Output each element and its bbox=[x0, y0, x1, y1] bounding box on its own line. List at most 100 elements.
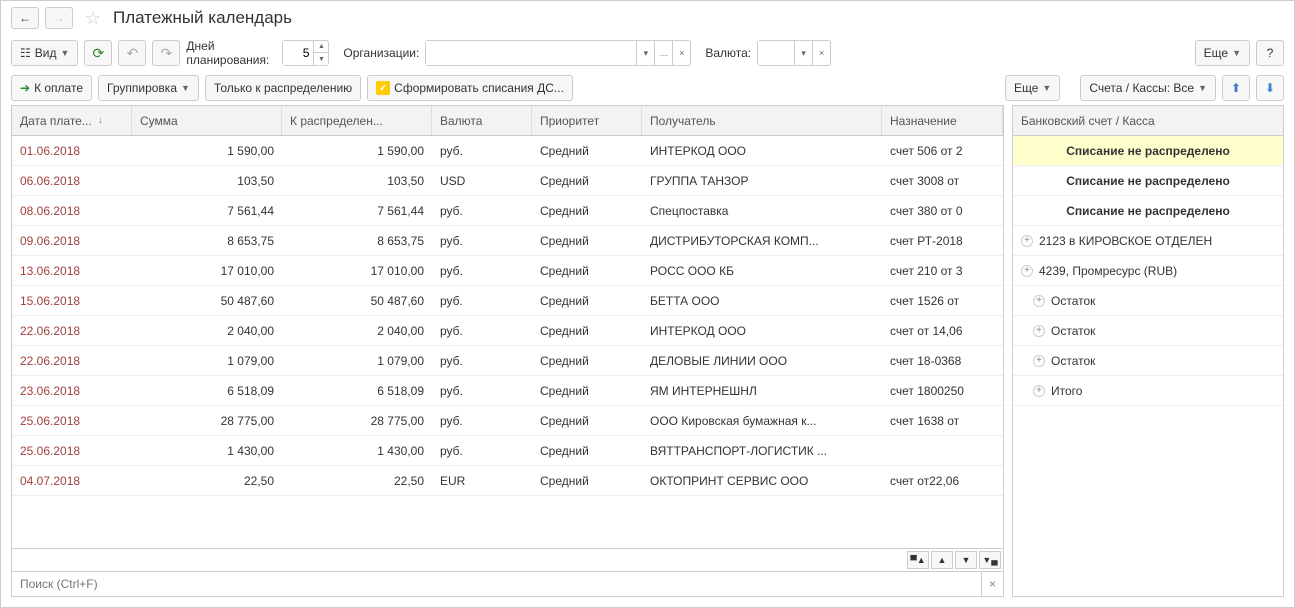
cell-recipient: ГРУППА ТАНЗОР bbox=[642, 174, 882, 188]
col-header-recipient[interactable]: Получатель bbox=[642, 106, 882, 135]
account-row[interactable]: Списание не распределено bbox=[1013, 196, 1283, 226]
cell-priority: Средний bbox=[532, 204, 642, 218]
cell-currency: руб. bbox=[432, 354, 532, 368]
grid-scroll-up-button[interactable]: ▲ bbox=[931, 551, 953, 569]
cell-purpose: счет 3008 от bbox=[882, 174, 1003, 188]
cell-sum: 50 487,60 bbox=[132, 294, 282, 308]
group-button[interactable]: Группировка ▼ bbox=[98, 75, 199, 101]
org-input[interactable] bbox=[426, 41, 636, 65]
expand-icon[interactable]: + bbox=[1021, 235, 1033, 247]
org-clear-button[interactable]: × bbox=[672, 41, 690, 65]
view-button[interactable]: ☷ Вид ▼ bbox=[11, 40, 78, 66]
undo-button[interactable]: ↶ bbox=[118, 40, 146, 66]
nav-forward-button[interactable]: → bbox=[45, 7, 73, 29]
currency-clear-button[interactable]: × bbox=[812, 41, 830, 65]
org-combo[interactable]: ▾ … × bbox=[425, 40, 691, 66]
cell-sum: 7 561,44 bbox=[132, 204, 282, 218]
cell-dist: 8 653,75 bbox=[282, 234, 432, 248]
account-row[interactable]: +Остаток bbox=[1013, 286, 1283, 316]
form-writeoffs-button[interactable]: ✓ Сформировать списания ДС... bbox=[367, 75, 573, 101]
days-input[interactable] bbox=[283, 41, 313, 65]
help-button[interactable]: ? bbox=[1256, 40, 1284, 66]
search-input[interactable] bbox=[12, 572, 981, 596]
cell-priority: Средний bbox=[532, 174, 642, 188]
search-clear-button[interactable]: × bbox=[981, 572, 1003, 596]
arrow-down-icon: ⬇ bbox=[1265, 81, 1275, 95]
grid-scroll-down-button[interactable]: ▼ bbox=[955, 551, 977, 569]
move-up-button[interactable]: ⬆ bbox=[1222, 75, 1250, 101]
org-dropdown-button[interactable]: ▾ bbox=[636, 41, 654, 65]
account-row[interactable]: Списание не распределено bbox=[1013, 136, 1283, 166]
cell-dist: 1 590,00 bbox=[282, 144, 432, 158]
col-header-priority[interactable]: Приоритет bbox=[532, 106, 642, 135]
col-header-currency[interactable]: Валюта bbox=[432, 106, 532, 135]
org-ellipsis-button[interactable]: … bbox=[654, 41, 672, 65]
only-distribution-button[interactable]: Только к распределению bbox=[205, 75, 361, 101]
expand-icon[interactable]: + bbox=[1033, 295, 1045, 307]
table-row[interactable]: 23.06.20186 518,096 518,09руб.СреднийЯМ … bbox=[12, 376, 1003, 406]
table-row[interactable]: 13.06.201817 010,0017 010,00руб.СреднийР… bbox=[12, 256, 1003, 286]
account-row[interactable]: +Итого bbox=[1013, 376, 1283, 406]
currency-combo[interactable]: ▾ × bbox=[757, 40, 831, 66]
grid-scroll-top-button[interactable]: ▀▲ bbox=[907, 551, 929, 569]
move-down-button[interactable]: ⬇ bbox=[1256, 75, 1284, 101]
table-row[interactable]: 08.06.20187 561,447 561,44руб.СреднийСпе… bbox=[12, 196, 1003, 226]
table-row[interactable]: 22.06.20182 040,002 040,00руб.СреднийИНТ… bbox=[12, 316, 1003, 346]
table-row[interactable]: 01.06.20181 590,001 590,00руб.СреднийИНТ… bbox=[12, 136, 1003, 166]
expand-icon[interactable]: + bbox=[1033, 355, 1045, 367]
cell-purpose: счет РТ-2018 bbox=[882, 234, 1003, 248]
favorite-star-icon[interactable]: ☆ bbox=[83, 8, 103, 28]
account-row[interactable]: +Остаток bbox=[1013, 346, 1283, 376]
table-row[interactable]: 25.06.201828 775,0028 775,00руб.Средний … bbox=[12, 406, 1003, 436]
grid-scroll-bottom-button[interactable]: ▼▄ bbox=[979, 551, 1001, 569]
cell-date: 22.06.2018 bbox=[12, 354, 132, 368]
days-spinner[interactable]: ▲ ▼ bbox=[282, 40, 329, 66]
col-header-sum[interactable]: Сумма bbox=[132, 106, 282, 135]
table-row[interactable]: 09.06.20188 653,758 653,75руб.СреднийДИС… bbox=[12, 226, 1003, 256]
nav-back-button[interactable]: ← bbox=[11, 7, 39, 29]
cell-date: 23.06.2018 bbox=[12, 384, 132, 398]
more-button[interactable]: Еще ▼ bbox=[1195, 40, 1250, 66]
cell-dist: 50 487,60 bbox=[282, 294, 432, 308]
account-row[interactable]: +2123 в КИРОВСКОЕ ОТДЕЛЕН bbox=[1013, 226, 1283, 256]
chevron-down-icon: ▼ bbox=[1232, 48, 1241, 58]
account-row[interactable]: +Остаток bbox=[1013, 316, 1283, 346]
cell-purpose: счет 1800250 bbox=[882, 384, 1003, 398]
cell-date: 13.06.2018 bbox=[12, 264, 132, 278]
col-header-purpose[interactable]: Назначение bbox=[882, 106, 1003, 135]
accounts-filter-button[interactable]: Счета / Кассы: Все ▼ bbox=[1080, 75, 1216, 101]
table-row[interactable]: 04.07.201822,5022,50EURСреднийОКТОПРИНТ … bbox=[12, 466, 1003, 496]
cell-sum: 8 653,75 bbox=[132, 234, 282, 248]
more-toolbar2-button[interactable]: Еще ▼ bbox=[1005, 75, 1060, 101]
redo-button[interactable]: ↷ bbox=[152, 40, 180, 66]
accounts-header[interactable]: Банковский счет / Касса bbox=[1013, 106, 1283, 136]
cell-priority: Средний bbox=[532, 144, 642, 158]
account-row[interactable]: Списание не распределено bbox=[1013, 166, 1283, 196]
expand-icon[interactable]: + bbox=[1021, 265, 1033, 277]
cell-sum: 2 040,00 bbox=[132, 324, 282, 338]
spinner-up-button[interactable]: ▲ bbox=[314, 41, 328, 53]
grid-header: Дата плате... ↓ Сумма К распределен... В… bbox=[12, 106, 1003, 136]
to-pay-button[interactable]: ➔ К оплате bbox=[11, 75, 92, 101]
table-row[interactable]: 22.06.20181 079,001 079,00руб.СреднийДЕЛ… bbox=[12, 346, 1003, 376]
col-header-dist[interactable]: К распределен... bbox=[282, 106, 432, 135]
currency-input[interactable] bbox=[758, 41, 794, 65]
col-header-date[interactable]: Дата плате... ↓ bbox=[12, 106, 132, 135]
currency-dropdown-button[interactable]: ▾ bbox=[794, 41, 812, 65]
table-row[interactable]: 15.06.201850 487,6050 487,60руб.СреднийБ… bbox=[12, 286, 1003, 316]
cell-date: 25.06.2018 bbox=[12, 414, 132, 428]
chevron-down-icon: ▼ bbox=[1198, 83, 1207, 93]
table-row[interactable]: 06.06.2018103,50103,50USDСреднийГРУППА Т… bbox=[12, 166, 1003, 196]
refresh-icon: ⟳ bbox=[93, 45, 105, 62]
cell-currency: руб. bbox=[432, 294, 532, 308]
expand-icon[interactable]: + bbox=[1033, 385, 1045, 397]
account-row[interactable]: +4239, Промресурс (RUB) bbox=[1013, 256, 1283, 286]
table-row[interactable]: 25.06.20181 430,001 430,00руб.СреднийВЯТ… bbox=[12, 436, 1003, 466]
cell-currency: руб. bbox=[432, 324, 532, 338]
check-icon: ✓ bbox=[376, 81, 390, 95]
refresh-button[interactable]: ⟳ bbox=[84, 40, 112, 66]
redo-icon: ↷ bbox=[161, 45, 173, 62]
spinner-down-button[interactable]: ▼ bbox=[314, 53, 328, 65]
sort-asc-icon: ↓ bbox=[98, 115, 103, 126]
expand-icon[interactable]: + bbox=[1033, 325, 1045, 337]
